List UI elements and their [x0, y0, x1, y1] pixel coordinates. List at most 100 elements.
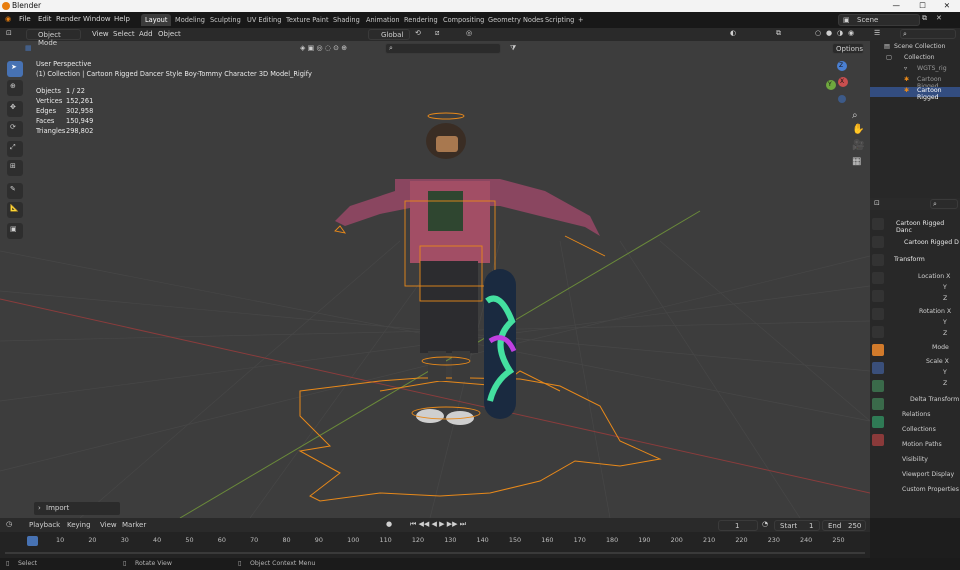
timeline-menu-marker[interactable]: Marker: [122, 521, 146, 529]
menu-render[interactable]: Render: [56, 15, 81, 23]
panel-relations[interactable]: Relations: [902, 411, 930, 418]
panel-collections[interactable]: Collections: [902, 426, 936, 433]
tab-modifiers-icon[interactable]: [872, 362, 884, 374]
outliner-item[interactable]: ▢ Collection: [870, 54, 960, 64]
viewport-search-input[interactable]: ⌕: [385, 43, 501, 54]
playback-controls-icon[interactable]: ⏮ ◀◀ ◀ ▶ ▶▶ ⏭: [410, 520, 466, 529]
close-icon[interactable]: ✕: [944, 1, 950, 10]
shading-rendered-icon[interactable]: ◉: [848, 29, 854, 37]
mode-dropdown[interactable]: Object Mode: [26, 29, 81, 47]
3d-viewport[interactable]: ⊡ Object Mode View Select Add Object Glo…: [0, 28, 870, 518]
tool-add-cube[interactable]: ▣: [7, 223, 23, 239]
object-data-name-field[interactable]: Cartoon Rigged D: [904, 239, 959, 246]
overlays-icon[interactable]: ⧉: [776, 29, 781, 38]
tab-world-icon[interactable]: [872, 308, 884, 320]
timeline-menu-keying[interactable]: Keying: [67, 521, 91, 529]
timeline-editor-icon[interactable]: ◷: [6, 520, 12, 528]
tab-uv-editing[interactable]: UV Editing: [243, 14, 285, 26]
timeline-menu-playback[interactable]: Playback: [29, 521, 60, 529]
outliner-search[interactable]: ⌕: [900, 29, 956, 39]
tab-scripting[interactable]: Scripting: [541, 14, 578, 26]
select-mode-icons[interactable]: ◈ ▣ ◎ ◌ ⊙ ⊕: [300, 44, 347, 52]
tab-texture-paint[interactable]: Texture Paint: [282, 14, 333, 26]
start-frame-field[interactable]: Start 1: [774, 520, 820, 531]
shading-material-icon[interactable]: ◑: [837, 29, 843, 37]
properties-editor-icon[interactable]: ⊡: [874, 199, 880, 207]
pan-hand-icon[interactable]: ✋: [852, 124, 864, 135]
tool-transform[interactable]: ⊞: [7, 160, 23, 176]
timeline-menu-view[interactable]: View: [100, 521, 117, 529]
blender-menu-icon[interactable]: ◉: [5, 15, 11, 23]
tab-data-icon[interactable]: [872, 416, 884, 428]
panel-viewport-display[interactable]: Viewport Display: [902, 471, 954, 478]
tool-scale[interactable]: ⤢: [7, 141, 23, 157]
menu-edit[interactable]: Edit: [38, 15, 52, 23]
last-operation-panel[interactable]: › Import: [34, 502, 120, 515]
tab-constraints-icon[interactable]: [872, 398, 884, 410]
minimize-icon[interactable]: —: [893, 1, 901, 10]
tool-rotate[interactable]: ⟳: [7, 121, 23, 137]
outliner-item[interactable]: ✱Cartoon Rigged: [870, 87, 960, 101]
outliner-item[interactable]: ▤ Scene Collection: [870, 43, 960, 53]
orientation-dropdown[interactable]: Global: [368, 29, 410, 40]
scene-delete-icon[interactable]: ✕: [936, 14, 942, 22]
filter-icon[interactable]: ⧩: [510, 44, 516, 53]
menu-file[interactable]: File: [19, 15, 31, 23]
timeline-scrollbar[interactable]: [5, 552, 865, 554]
playhead[interactable]: [27, 536, 38, 546]
tab-view-layer-icon[interactable]: [872, 272, 884, 284]
zoom-icon[interactable]: ⌕: [852, 110, 858, 121]
proportional-edit-icon[interactable]: ◎: [466, 29, 472, 37]
tab-layout[interactable]: Layout: [141, 14, 172, 26]
tab-collection-icon[interactable]: [872, 326, 884, 338]
end-frame-field[interactable]: End 250: [822, 520, 866, 531]
viewport-menu-view[interactable]: View: [92, 30, 109, 38]
outliner[interactable]: ☰ ⌕ ▤ Scene Collection ▢ Collection ▿ WGTS_…: [870, 28, 960, 198]
tab-modeling[interactable]: Modeling: [171, 14, 209, 26]
maximize-icon[interactable]: ☐: [919, 1, 926, 10]
visibility-icon[interactable]: ◐: [730, 29, 736, 37]
viewport-menu-add[interactable]: Add: [139, 30, 153, 38]
shading-solid-icon[interactable]: ●: [826, 29, 832, 37]
tab-scene-icon[interactable]: [872, 290, 884, 302]
tab-output-icon[interactable]: [872, 254, 884, 266]
tab-sculpting[interactable]: Sculpting: [206, 14, 245, 26]
tab-physics-icon[interactable]: [872, 380, 884, 392]
outliner-item[interactable]: ▿ WGTS_rig: [870, 65, 960, 75]
current-frame-field[interactable]: 1: [718, 520, 758, 531]
tool-cursor[interactable]: ⊕: [7, 80, 23, 96]
viewport-scene[interactable]: [0, 41, 870, 518]
outliner-editor-icon[interactable]: ☰: [874, 29, 880, 37]
object-name-field[interactable]: Cartoon Rigged Danc: [896, 220, 960, 234]
properties-search[interactable]: ⌕: [930, 199, 958, 209]
rig-root-control[interactable]: [298, 370, 662, 502]
panel-custom-properties[interactable]: Custom Properties: [902, 486, 959, 493]
shading-wireframe-icon[interactable]: ○: [815, 29, 821, 37]
camera-icon[interactable]: 🎥: [852, 140, 864, 151]
menu-window[interactable]: Window: [83, 15, 111, 23]
tool-select[interactable]: ➤: [7, 61, 23, 77]
snap-icon[interactable]: ⧄: [435, 29, 439, 38]
panel-motion-paths[interactable]: Motion Paths: [902, 441, 942, 448]
add-workspace-button[interactable]: +: [574, 14, 588, 26]
tab-render-icon[interactable]: [872, 236, 884, 248]
viewport-menu-object[interactable]: Object: [158, 30, 181, 38]
tab-geometry-nodes[interactable]: Geometry Nodes: [484, 14, 548, 26]
tab-shading[interactable]: Shading: [329, 14, 364, 26]
tab-compositing[interactable]: Compositing: [439, 14, 488, 26]
gizmo-y[interactable]: Y: [826, 80, 836, 90]
tool-move[interactable]: ✥: [7, 101, 23, 117]
select-box-icon[interactable]: ▦: [25, 44, 32, 52]
tab-texture-icon[interactable]: [872, 434, 884, 446]
timeline[interactable]: ◷ Playback Keying View Marker ● ⏮ ◀◀ ◀ ▶…: [0, 518, 870, 558]
skateboard[interactable]: [484, 269, 517, 419]
panel-visibility[interactable]: Visibility: [902, 456, 928, 463]
editor-type-icon[interactable]: ⊡: [6, 29, 12, 37]
menu-help[interactable]: Help: [114, 15, 130, 23]
gizmo-x[interactable]: X: [838, 77, 848, 87]
scene-selector[interactable]: ▣ Scene: [838, 14, 920, 26]
gizmo-neg-z[interactable]: [838, 95, 846, 103]
viewport-menu-select[interactable]: Select: [113, 30, 135, 38]
delta-transform-panel[interactable]: Delta Transform: [910, 396, 959, 403]
stopwatch-icon[interactable]: ◔: [762, 520, 768, 528]
